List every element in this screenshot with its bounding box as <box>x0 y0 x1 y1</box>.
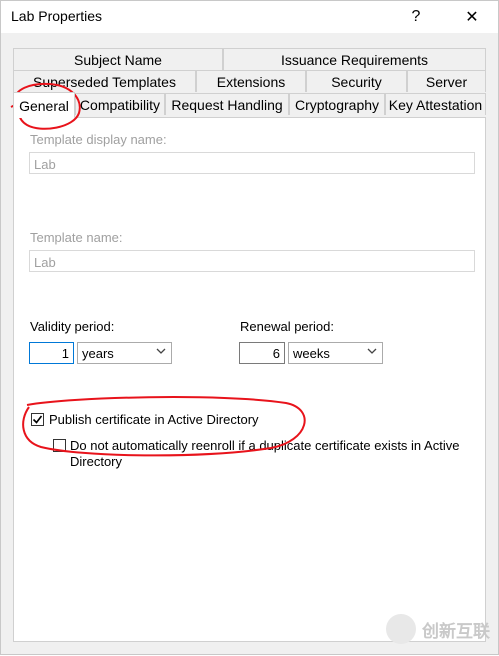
properties-dialog: Lab Properties ? ✕ Subject Name Issuance… <box>0 0 499 655</box>
renewal-unit-select[interactable]: weeks <box>288 342 383 364</box>
tab-issuance-requirements[interactable]: Issuance Requirements <box>223 48 486 70</box>
watermark-text: 创新互联 <box>422 621 490 641</box>
tab-label: Superseded Templates <box>33 73 176 90</box>
logo-icon <box>386 614 416 644</box>
tab-label: Issuance Requirements <box>280 51 429 68</box>
template-name-input[interactable]: Lab <box>29 250 475 272</box>
watermark-logo: 创新互联 <box>386 614 490 644</box>
reenroll-label-line1: Do not automatically reenroll if a dupli… <box>70 438 460 453</box>
validity-unit-value: years <box>82 346 114 361</box>
tab-label: Subject Name <box>74 51 162 68</box>
chevron-down-icon <box>156 348 166 354</box>
renewal-unit-value: weeks <box>293 346 330 361</box>
template-name-label: Template name: <box>30 230 123 245</box>
tab-label: Compatibility <box>79 96 161 113</box>
close-button[interactable]: ✕ <box>449 1 495 33</box>
tab-subject-name[interactable]: Subject Name <box>13 48 223 70</box>
help-icon: ? <box>411 8 421 25</box>
reenroll-checkbox[interactable] <box>53 439 66 452</box>
tab-label: Security <box>331 73 382 90</box>
chevron-down-icon <box>367 348 377 354</box>
tab-request-handling[interactable]: Request Handling <box>165 93 289 115</box>
validity-unit-select[interactable]: years <box>77 342 172 364</box>
validity-period-label: Validity period: <box>30 319 115 334</box>
tab-label: Extensions <box>216 73 286 90</box>
tab-cryptography[interactable]: Cryptography <box>289 93 385 115</box>
tab-server[interactable]: Server <box>407 70 486 92</box>
display-name-label: Template display name: <box>30 132 167 147</box>
renewal-period-input[interactable]: 6 <box>239 342 285 364</box>
tab-label: Request Handling <box>171 96 283 113</box>
tab-label: Cryptography <box>294 96 380 113</box>
general-tab-panel <box>13 117 486 642</box>
tab-label: Key Attestation <box>388 96 483 113</box>
tab-security[interactable]: Security <box>306 70 407 92</box>
check-icon <box>32 415 43 424</box>
display-name-input[interactable]: Lab <box>29 152 475 174</box>
window-title: Lab Properties <box>11 8 103 24</box>
reenroll-label-line2: Directory <box>70 454 123 469</box>
publish-checkbox[interactable] <box>31 413 44 426</box>
tab-general[interactable]: General <box>13 92 75 118</box>
tab-label: General <box>19 97 69 114</box>
tab-compatibility[interactable]: Compatibility <box>75 93 165 115</box>
tab-superseded-templates[interactable]: Superseded Templates <box>13 70 196 92</box>
close-icon: ✕ <box>465 9 479 26</box>
publish-label: Publish certificate in Active Directory <box>49 412 259 427</box>
help-button[interactable]: ? <box>393 1 439 33</box>
title-bar: Lab Properties ? ✕ <box>1 1 498 33</box>
tab-extensions[interactable]: Extensions <box>196 70 306 92</box>
tab-label: Server <box>425 73 468 90</box>
renewal-period-label: Renewal period: <box>240 319 334 334</box>
validity-period-input[interactable]: 1 <box>29 342 74 364</box>
tab-key-attestation[interactable]: Key Attestation <box>385 93 486 115</box>
